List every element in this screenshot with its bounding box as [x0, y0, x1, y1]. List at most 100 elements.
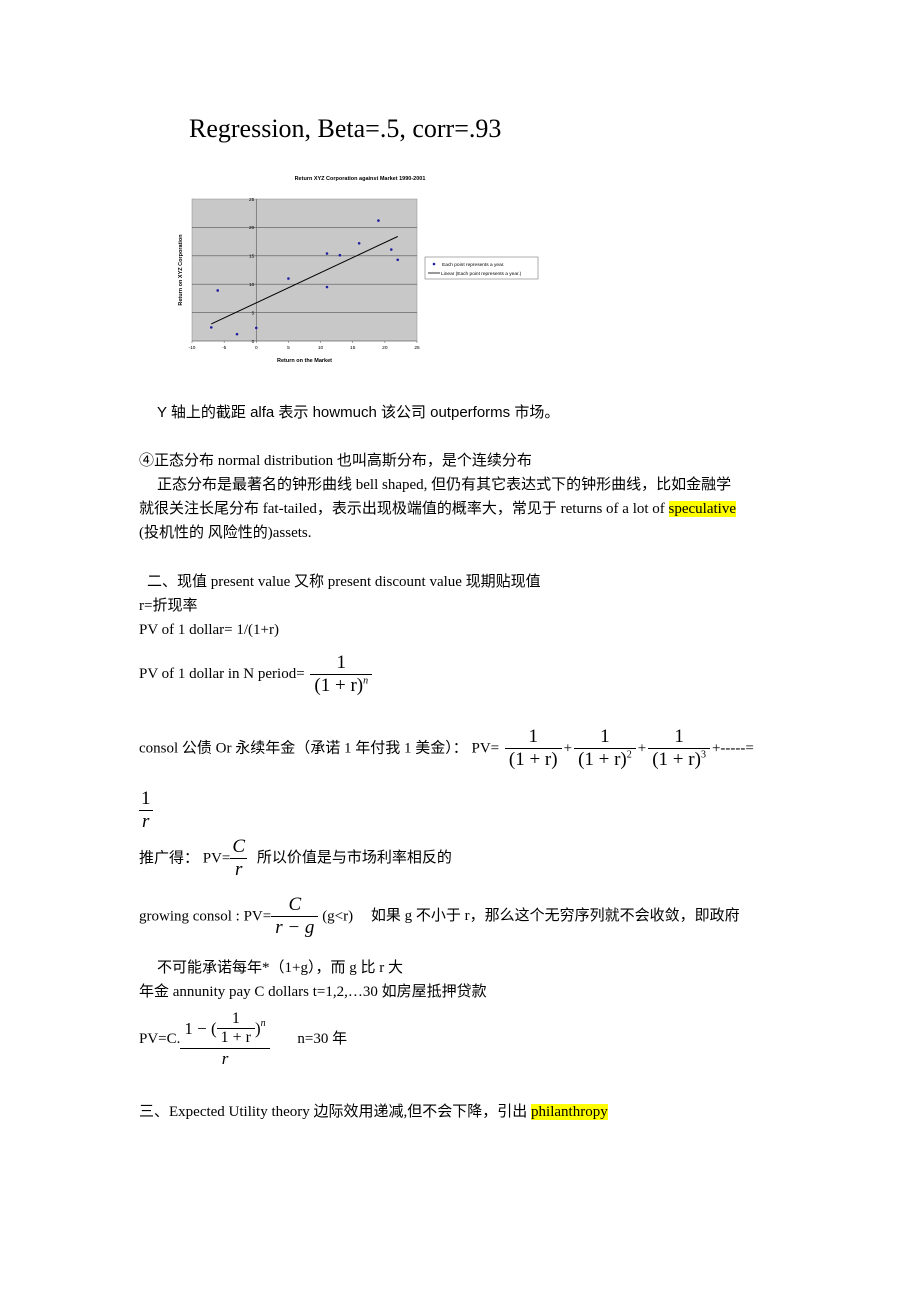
data-point	[254, 326, 258, 330]
x-tick-label: 5	[287, 345, 290, 351]
data-point	[377, 219, 380, 222]
normal-paragraph-line2: 就很关注长尾分布 fat-tailed，表示出现极端值的概率大，常见于 retu…	[139, 499, 737, 519]
fraction-C-over-r-minus-g: C r − g	[271, 894, 319, 939]
data-point	[235, 332, 239, 336]
denominator: r	[235, 858, 243, 880]
data-point	[325, 252, 329, 255]
y-axis-label: Return on XYZ Corporation	[178, 234, 184, 306]
generalize-label: 推广得： PV=	[139, 850, 231, 867]
annuity-n: n=30 年	[297, 1031, 348, 1048]
pv-n-period: PV of 1 dollar in N period= 1 (1 + r)n	[139, 652, 374, 697]
x-tick-label: 10	[318, 345, 324, 351]
annuity-denominator: r	[221, 1048, 229, 1068]
y-tick-label: 0	[252, 339, 255, 345]
normal-distribution-title: ④正态分布 normal distribution 也叫高斯分布，是个连续分布	[139, 453, 532, 469]
eu-text: 三、Expected Utility theory 边际效用递减,但不会下降，引…	[139, 1104, 532, 1120]
annuity-formula: PV=C. 1 − (1 1 + r)n r n=30 年	[139, 1010, 347, 1068]
data-point	[209, 326, 213, 329]
growing-consol-formula: growing consol : PV= C r − g (g<r) 如果 g …	[139, 894, 740, 939]
alpha-note: Y 轴上的截距 alfa 表示 howmuch 该公司 outperforms …	[157, 404, 560, 421]
generalize-formula: 推广得： PV= C r 所以价值是与市场利率相反的	[139, 836, 452, 881]
denominator: 1 + r	[220, 1029, 251, 1047]
y-tick-label: 25	[249, 197, 255, 203]
pv-one-dollar: PV of 1 dollar= 1/(1+r)	[139, 622, 279, 638]
x-tick-label: 15	[350, 345, 356, 351]
plus-sign: +	[563, 740, 573, 757]
x-tick-label: 20	[382, 345, 388, 351]
consol-tail: +-----=	[711, 740, 754, 757]
annuity-label: PV=C.	[139, 1031, 181, 1048]
present-value-title: 二、现值 present value 又称 present discount v…	[147, 574, 541, 590]
x-tick-label: 0	[255, 345, 258, 351]
y-tick-label: 5	[252, 310, 255, 316]
legend-label-line: Linear (Each point represents a year.)	[441, 271, 522, 277]
data-point	[396, 258, 400, 262]
numerator: 1	[504, 726, 562, 749]
expected-utility-line: 三、Expected Utility theory 边际效用递减,但不会下降，引…	[139, 1102, 608, 1122]
legend-marker-scatter	[432, 262, 436, 266]
consol-term3: 1 (1 + r)3	[648, 726, 710, 771]
consol-label: consol 公债 Or 永续年金（承诺 1 年付我 1 美金）： PV=	[139, 740, 500, 757]
y-tick-label: 10	[249, 282, 255, 288]
denominator: (1 + r)2	[574, 749, 636, 771]
data-point	[325, 285, 329, 289]
data-point	[357, 242, 361, 245]
consol-term1: 1 (1 + r)	[504, 726, 562, 771]
growing-condition: (g<r)	[322, 908, 354, 925]
annuity-numerator: 1 − (1 1 + r)n	[180, 1010, 270, 1049]
growing-label: growing consol : PV=	[139, 908, 272, 925]
generalize-note: 所以价值是与市场利率相反的	[256, 850, 452, 867]
growing-note-line2: 不可能承诺每年*（1+g），而 g 比 r 大	[157, 960, 403, 976]
chart-legend: Each point represents a year. Linear (Ea…	[424, 256, 539, 280]
exp-2: 2	[626, 749, 632, 761]
numerator: 1	[310, 652, 373, 675]
x-axis-label: Return on the Market	[277, 358, 332, 364]
fraction-C-over-r: C r	[230, 836, 248, 881]
y-tick-label: 15	[249, 254, 255, 260]
x-tick-label: 25	[414, 345, 420, 351]
den-text: (1 + r)	[578, 748, 627, 770]
plot-area	[191, 198, 418, 342]
denominator: (1 + r)n	[310, 675, 372, 697]
denominator: (1 + r)	[508, 748, 558, 770]
r-definition: r=折现率	[139, 598, 198, 614]
denominator: r − g	[275, 916, 315, 938]
exp-n: n	[363, 675, 369, 687]
den-text: (1 + r)	[314, 674, 364, 696]
annuity-fraction: 1 − (1 1 + r)n r	[180, 1010, 270, 1068]
numerator: 1	[216, 1010, 255, 1030]
chart-title: Return XYZ Corporation against Market 19…	[295, 176, 426, 182]
numerator: C	[230, 836, 248, 859]
data-point	[287, 277, 290, 280]
one-minus: 1 − (	[184, 1019, 217, 1039]
plus-sign: +	[637, 740, 647, 757]
data-point	[216, 289, 220, 292]
legend-label-scatter: Each point represents a year.	[442, 262, 504, 268]
numerator: C	[271, 894, 319, 917]
x-tick-label: -10	[189, 345, 196, 351]
pv-n-label: PV of 1 dollar in N period=	[139, 665, 305, 682]
regression-chart: Return XYZ Corporation against Market 19…	[178, 176, 539, 364]
data-point	[338, 253, 342, 257]
denominator: r	[142, 810, 150, 832]
y-tick-label: 20	[249, 225, 255, 231]
data-point	[389, 248, 393, 251]
numerator: 1	[139, 788, 153, 811]
numerator: 1	[574, 726, 636, 749]
normal-paragraph-line3: (投机性的 风险性的)assets.	[139, 525, 312, 541]
highlight-speculative: speculative	[668, 501, 737, 517]
fraction-1-over-1plusr-n: 1 (1 + r)n	[310, 652, 373, 697]
exp-n: n	[260, 1018, 266, 1030]
annuity-line: 年金 annunity pay C dollars t=1,2,…30 如房屋抵…	[139, 984, 487, 1000]
denominator: (1 + r)3	[648, 749, 710, 771]
den-text: (1 + r)	[652, 748, 701, 770]
consol-term2: 1 (1 + r)2	[574, 726, 636, 771]
exp-3: 3	[700, 749, 706, 761]
normal-paragraph-line1: 正态分布是最著名的钟形曲线 bell shaped, 但仍有其它表达式下的钟形曲…	[157, 477, 732, 493]
growing-note: 如果 g 不小于 r，那么这个无穷序列就不会收敛，即政府	[370, 908, 740, 925]
consol-formula: consol 公债 Or 永续年金（承诺 1 年付我 1 美金）： PV= 1 …	[139, 726, 754, 771]
regression-heading: Regression, Beta=.5, corr=.93	[189, 114, 502, 143]
x-tick-label: -5	[222, 345, 227, 351]
consol-result: 1 r	[139, 788, 153, 833]
numerator: 1	[648, 726, 710, 749]
